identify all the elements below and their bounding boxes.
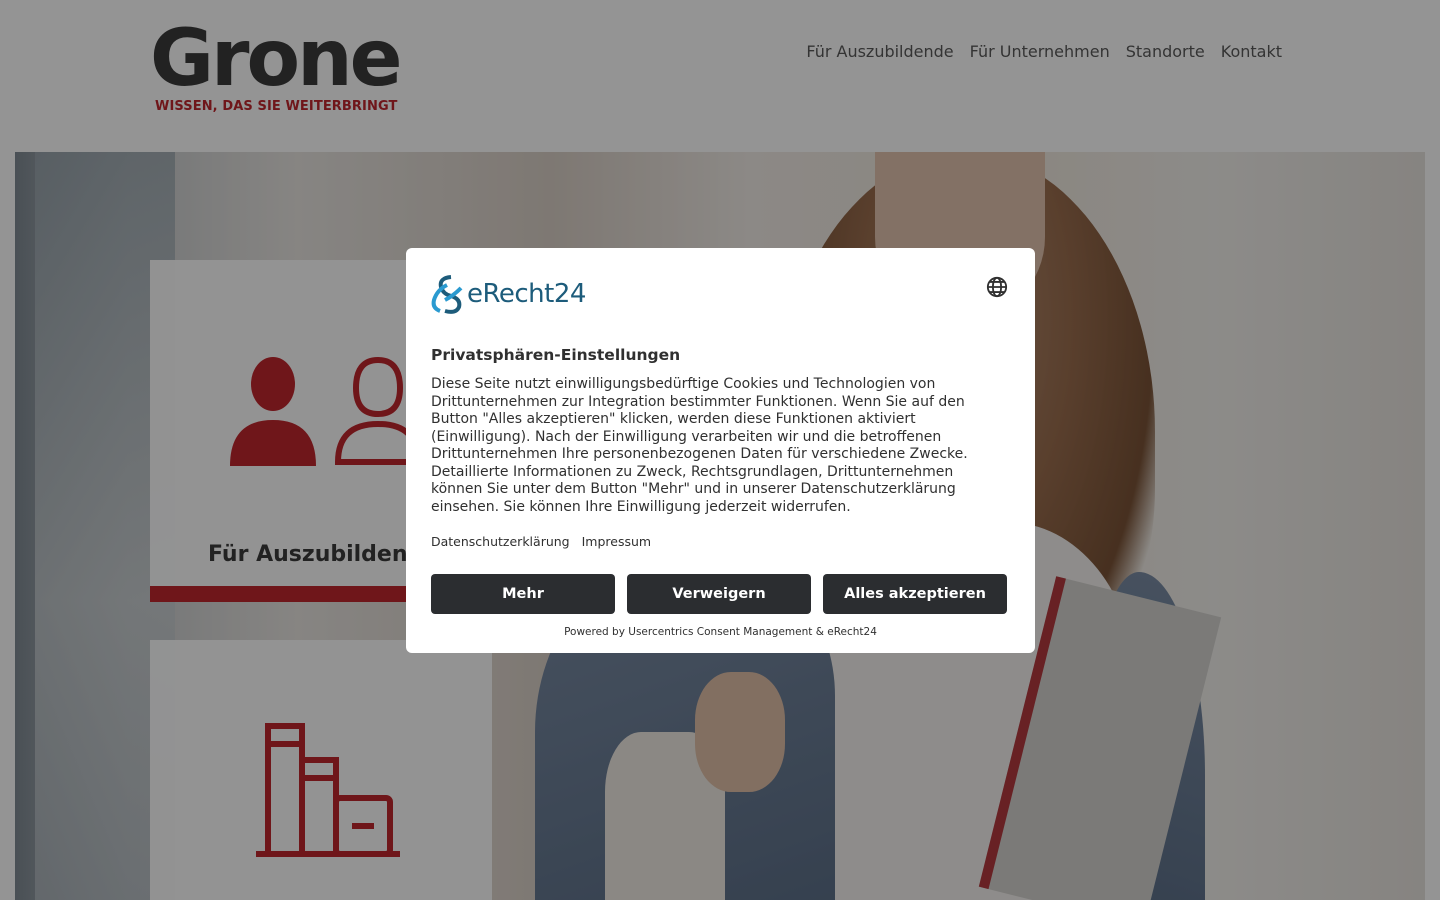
powered-by-text: Powered by Usercentrics Consent Manageme… [564, 626, 877, 638]
consent-links: Datenschutzerklärung Impressum [431, 534, 651, 549]
erecht24-symbol-icon [431, 275, 463, 314]
consent-buttons: Mehr Verweigern Alles akzeptieren [431, 574, 1007, 614]
erecht24-logo: eRecht24 [431, 274, 586, 314]
more-button[interactable]: Mehr [431, 574, 615, 614]
accept-all-button[interactable]: Alles akzeptieren [823, 574, 1007, 614]
deny-button[interactable]: Verweigern [627, 574, 811, 614]
consent-dialog: eRecht24 Privatsphären-Einstellungen Die… [406, 248, 1035, 653]
privacy-policy-link[interactable]: Datenschutzerklärung [431, 534, 570, 549]
consent-title: Privatsphären-Einstellungen [431, 346, 681, 364]
language-globe-icon[interactable] [986, 276, 1008, 298]
consent-description: Diese Seite nutzt einwilligungsbedürftig… [431, 376, 968, 515]
brand-name: eRecht24 [467, 279, 586, 309]
imprint-link[interactable]: Impressum [582, 534, 651, 549]
